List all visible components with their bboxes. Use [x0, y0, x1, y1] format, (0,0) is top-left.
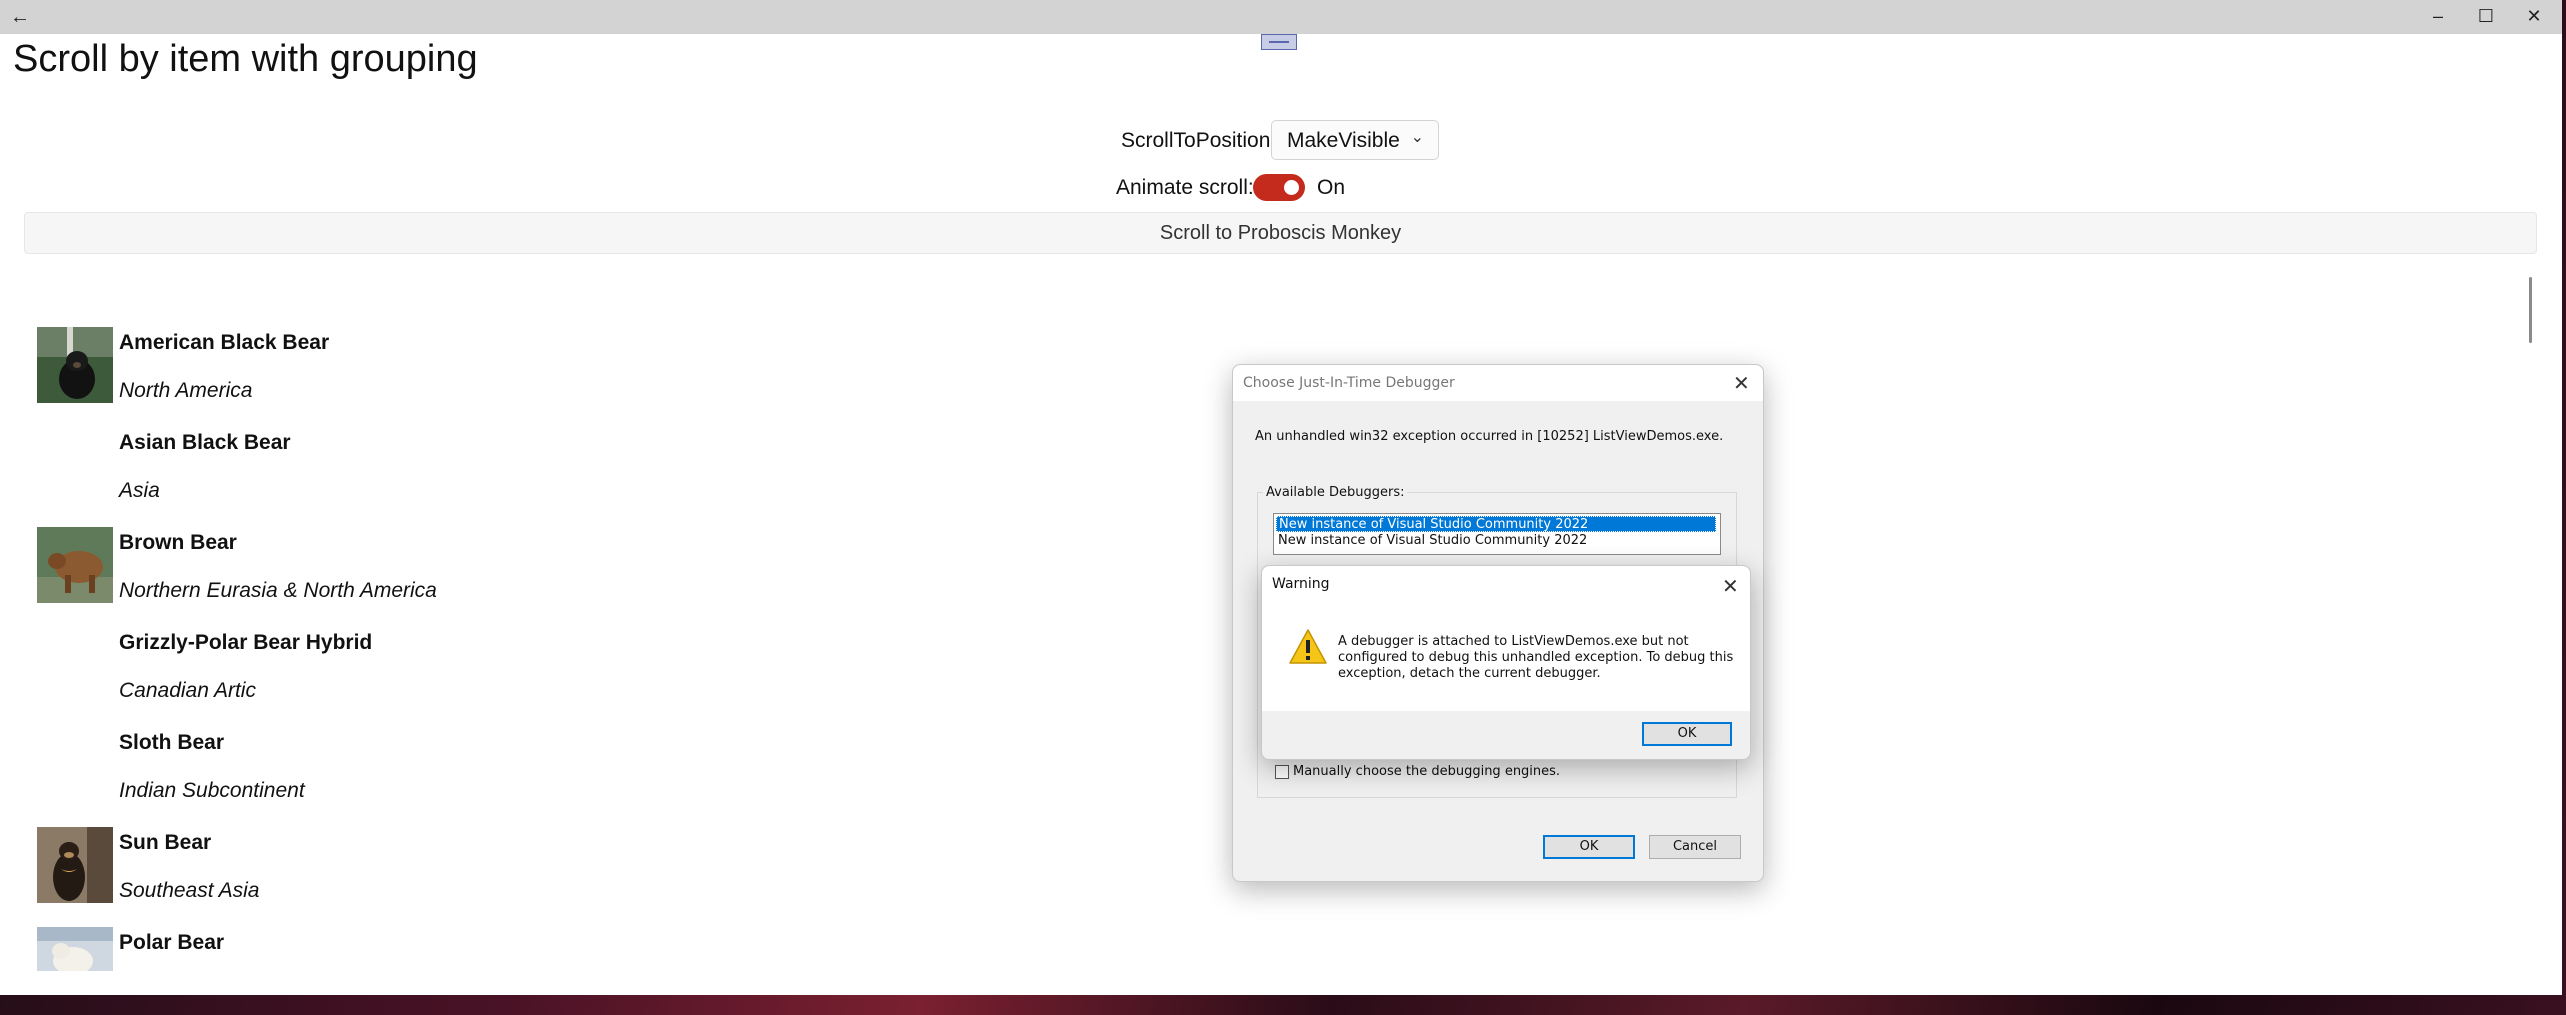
- american-black-bear-image: [37, 327, 113, 403]
- jit-ok-button[interactable]: OK: [1543, 835, 1635, 859]
- animate-scroll-label: Animate scroll:: [1116, 176, 1254, 199]
- drag-handle[interactable]: [1261, 34, 1297, 50]
- jit-dialog-titlebar: Choose Just-In-Time Debugger ✕: [1233, 365, 1763, 401]
- maximize-button[interactable]: ☐: [2463, 0, 2509, 34]
- toggle-state-label: On: [1317, 176, 1346, 199]
- list-item-name[interactable]: Sun Bear: [119, 831, 211, 855]
- minimize-icon: –: [2432, 6, 2443, 26]
- list-item-name[interactable]: American Black Bear: [119, 331, 329, 355]
- debugger-option[interactable]: New instance of Visual Studio Community …: [1276, 516, 1716, 532]
- list-item-name[interactable]: Asian Black Bear: [119, 431, 291, 455]
- jit-dialog-title: Choose Just-In-Time Debugger: [1243, 375, 1455, 391]
- title-bar: ← – ☐ ✕: [0, 0, 2562, 34]
- combobox-value: MakeVisible: [1287, 129, 1400, 152]
- close-icon[interactable]: ✕: [1722, 576, 1739, 596]
- list-item-region: Asia: [119, 479, 160, 502]
- maximize-icon: ☐: [2477, 6, 2495, 26]
- list-item-name[interactable]: Sloth Bear: [119, 731, 224, 755]
- chevron-down-icon: ⌄: [1410, 129, 1424, 146]
- scroll-to-position-label: ScrollToPosition:: [1121, 129, 1277, 152]
- list-item-name[interactable]: Polar Bear: [119, 931, 224, 955]
- warning-icon: [1288, 628, 1328, 666]
- scroll-to-position-combobox[interactable]: MakeVisible ⌄: [1271, 120, 1439, 160]
- warning-ok-button[interactable]: OK: [1642, 722, 1732, 746]
- sun-bear-image: [37, 827, 113, 903]
- manual-choose-label: Manually choose the debugging engines.: [1293, 764, 1561, 779]
- animate-scroll-toggle[interactable]: [1253, 174, 1305, 201]
- jit-cancel-button[interactable]: Cancel: [1649, 835, 1741, 859]
- manual-choose-checkbox[interactable]: [1275, 765, 1289, 779]
- warning-dialog-title: Warning: [1272, 576, 1330, 592]
- list-item-name[interactable]: Grizzly-Polar Bear Hybrid: [119, 631, 372, 655]
- polar-bear-image: [37, 927, 113, 971]
- list-item-region: Southeast Asia: [119, 879, 260, 902]
- scroll-to-proboscis-monkey-button[interactable]: Scroll to Proboscis Monkey: [24, 212, 2537, 254]
- close-icon: ✕: [2526, 6, 2542, 26]
- warning-dialog-body: Warning ✕ A debugger is attached to List…: [1262, 566, 1750, 711]
- list-item-region: Northern Eurasia & North America: [119, 579, 437, 602]
- close-button[interactable]: ✕: [2511, 0, 2557, 34]
- jit-dialog-message: An unhandled win32 exception occurred in…: [1255, 429, 1724, 444]
- arrow-left-icon: ←: [10, 6, 30, 28]
- available-debuggers-label: Available Debuggers:: [1263, 485, 1408, 500]
- list-item-region: North America: [119, 379, 253, 402]
- close-icon[interactable]: ✕: [1733, 373, 1750, 393]
- brown-bear-image: [37, 527, 113, 603]
- warning-dialog: Warning ✕ A debugger is attached to List…: [1261, 565, 1751, 760]
- list-item-region: Canadian Artic: [119, 679, 256, 702]
- page-title: Scroll by item with grouping: [13, 38, 478, 80]
- list-scrollbar-thumb[interactable]: [2529, 277, 2532, 343]
- warning-message: A debugger is attached to ListViewDemos.…: [1338, 634, 1734, 681]
- list-item-region: Indian Subcontinent: [119, 779, 305, 802]
- minimize-button[interactable]: –: [2415, 0, 2461, 34]
- debuggers-listbox[interactable]: New instance of Visual Studio Community …: [1273, 513, 1721, 555]
- back-button[interactable]: ←: [6, 4, 34, 30]
- list-item-name[interactable]: Brown Bear: [119, 531, 237, 555]
- debugger-option[interactable]: New instance of Visual Studio Community …: [1276, 533, 1587, 549]
